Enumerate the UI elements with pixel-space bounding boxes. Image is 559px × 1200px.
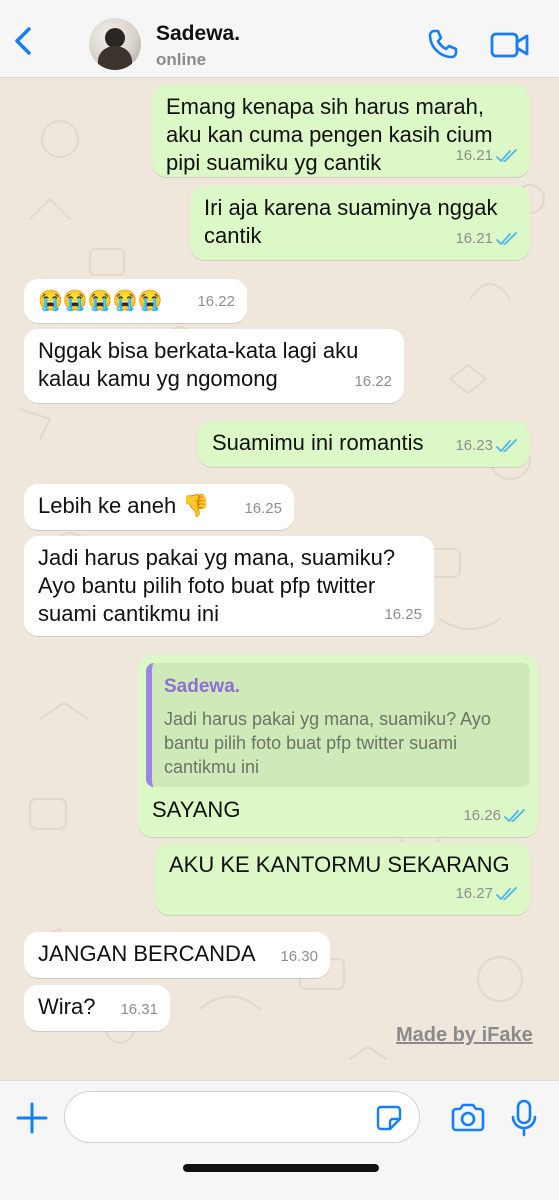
read-receipt-icon: [496, 439, 517, 453]
watermark-link[interactable]: Made by iFake: [396, 1024, 533, 1047]
read-receipt-icon: [496, 887, 517, 901]
message-outgoing[interactable]: Emang kenapa sih harus marah, aku kan cu…: [152, 85, 530, 177]
message-meta: 16.30: [280, 943, 318, 971]
message-time: 16.21: [455, 230, 493, 247]
microphone-icon[interactable]: [510, 1099, 538, 1137]
message-meta: 16.21: [455, 142, 518, 170]
message-meta: 16.21: [455, 225, 518, 253]
quoted-message[interactable]: Sadewa. Jadi harus pakai yg mana, suamik…: [146, 663, 530, 787]
message-meta: 16.26: [463, 802, 526, 830]
message-text: Jadi harus pakai yg mana, suamiku? Ayo b…: [38, 545, 396, 626]
chat-header: Sadewa. online: [0, 0, 559, 78]
video-camera-icon[interactable]: [490, 30, 530, 60]
quoted-sender: Sadewa.: [164, 676, 241, 697]
message-incoming[interactable]: Wira? 16.31: [24, 985, 170, 1031]
message-meta: 16.25: [244, 495, 282, 523]
message-outgoing-reply[interactable]: Sadewa. Jadi harus pakai yg mana, suamik…: [138, 655, 538, 837]
message-time: 16.22: [197, 293, 235, 310]
message-outgoing[interactable]: Suamimu ini romantis 16.23: [198, 421, 530, 467]
chat-area[interactable]: Emang kenapa sih harus marah, aku kan cu…: [0, 79, 559, 1080]
read-receipt-icon: [496, 232, 517, 246]
message-time: 16.31: [120, 1001, 158, 1018]
message-time: 16.26: [463, 807, 501, 824]
home-indicator: [183, 1164, 379, 1172]
message-input[interactable]: [64, 1091, 420, 1143]
message-text: JANGAN BERCANDA: [38, 941, 256, 966]
message-meta: 16.23: [455, 432, 518, 460]
chevron-left-icon[interactable]: [10, 26, 36, 56]
message-meta: 16.31: [120, 996, 158, 1024]
phone-icon[interactable]: [427, 28, 459, 60]
message-incoming[interactable]: Jadi harus pakai yg mana, suamiku? Ayo b…: [24, 536, 434, 636]
message-meta: 16.22: [354, 368, 392, 396]
message-time: 16.21: [455, 147, 493, 164]
input-bar: [0, 1080, 559, 1200]
plus-icon[interactable]: [16, 1102, 48, 1134]
contact-status: online: [156, 50, 207, 69]
read-receipt-icon: [496, 149, 517, 163]
message-outgoing[interactable]: Iri aja karena suaminya nggak cantik 16.…: [190, 186, 530, 260]
read-receipt-icon: [504, 809, 525, 823]
message-text: AKU KE KANTORMU SEKARANG: [169, 852, 510, 877]
message-time: 16.27: [455, 885, 493, 902]
quoted-text: Jadi harus pakai yg mana, suamiku? Ayo b…: [164, 709, 491, 777]
message-time: 16.25: [244, 500, 282, 517]
message-text: Nggak bisa berkata-kata lagi aku kalau k…: [38, 338, 359, 391]
message-meta: 16.22: [197, 288, 235, 316]
message-text: SAYANG: [152, 797, 241, 822]
avatar[interactable]: [89, 18, 141, 70]
message-time: 16.22: [354, 373, 392, 390]
contact-name[interactable]: Sadewa.: [156, 22, 240, 46]
message-incoming[interactable]: Lebih ke aneh 👎 16.25: [24, 484, 294, 530]
message-meta: 16.25: [384, 601, 422, 629]
message-incoming[interactable]: Nggak bisa berkata-kata lagi aku kalau k…: [24, 329, 404, 403]
message-meta: 16.27: [455, 880, 518, 908]
message-time: 16.23: [455, 437, 493, 454]
camera-icon[interactable]: [450, 1103, 486, 1133]
message-incoming[interactable]: 😭😭😭😭😭 16.22: [24, 279, 247, 323]
message-time: 16.30: [280, 948, 318, 965]
message-time: 16.25: [384, 606, 422, 623]
message-incoming[interactable]: JANGAN BERCANDA 16.30: [24, 932, 330, 978]
message-outgoing[interactable]: AKU KE KANTORMU SEKARANG 16.27: [155, 843, 530, 915]
sticker-icon[interactable]: [375, 1104, 403, 1132]
